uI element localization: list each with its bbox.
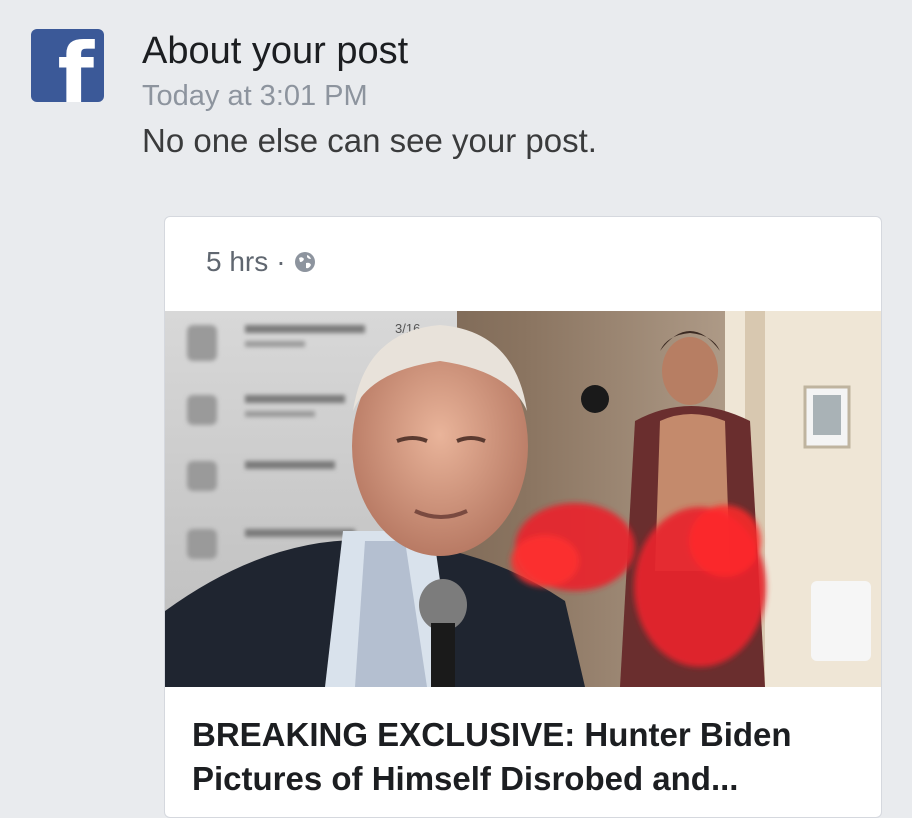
notification-title: About your post [142,30,409,72]
notification-message: No one else can see your post. [142,122,597,159]
post-headline[interactable]: BREAKING EXCLUSIVE: Hunter Biden Picture… [192,713,872,801]
post-age: 5 hrs [206,246,269,277]
notification-timestamp: Today at 3:01 PM [142,80,368,112]
post-image[interactable]: 3/16 [165,311,881,687]
globe-icon [294,252,315,272]
facebook-logo-icon: f [31,29,104,102]
post-meta: 5 hrs · [206,245,316,279]
meta-separator: · [276,246,286,277]
post-photo-collage: 3/16 [165,311,881,687]
post-preview-card[interactable]: 5 hrs · 3/16 BREAKING EXCLUSIVE: Hunter … [164,216,882,818]
facebook-f-glyph: f [57,29,94,102]
